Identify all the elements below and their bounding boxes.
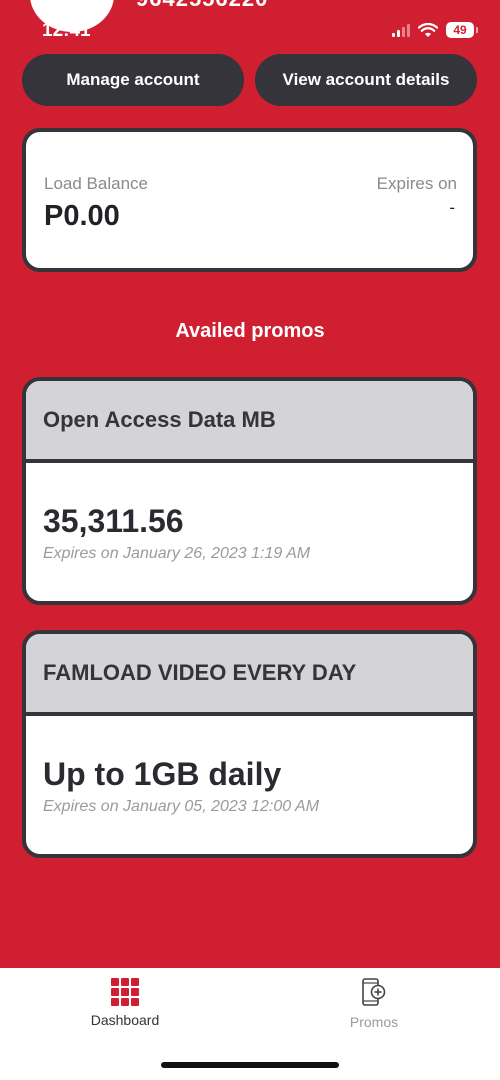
status-time: 12:41 (42, 20, 91, 41)
promo-name: FAMLOAD VIDEO EVERY DAY (26, 634, 473, 716)
expires-on-label: Expires on (376, 174, 457, 193)
promo-name: Open Access Data MB (26, 381, 473, 463)
load-balance-card: Load Balance P0.00 Expires on - (22, 128, 477, 272)
battery-icon: 49 (446, 22, 478, 38)
nav-promos-label: Promos (349, 1014, 399, 1030)
view-account-details-button[interactable]: View account details (255, 54, 477, 106)
home-indicator (161, 1062, 339, 1068)
phone-add-icon (362, 978, 386, 1006)
expires-on-value: - (449, 198, 455, 217)
signal-icon (392, 23, 410, 37)
nav-dashboard-label: Dashboard (90, 1012, 160, 1028)
nav-promos[interactable]: Promos (309, 978, 439, 1030)
nav-dashboard[interactable]: Dashboard (60, 978, 190, 1028)
promo-value: Up to 1GB daily (43, 756, 282, 792)
promo-value: 35,311.56 (43, 503, 184, 539)
load-balance-value: P0.00 (44, 200, 120, 232)
promo-card-open-access[interactable]: Open Access Data MB 35,311.56 Expires on… (22, 377, 477, 605)
dashboard-grid-icon (111, 978, 139, 1006)
promo-card-famload[interactable]: FAMLOAD VIDEO EVERY DAY Up to 1GB daily … (22, 630, 477, 858)
status-icons: 49 (392, 22, 478, 38)
manage-account-button[interactable]: Manage account (22, 54, 244, 106)
promo-expiry: Expires on January 26, 2023 1:19 AM (43, 545, 311, 562)
availed-promos-title: Availed promos (175, 320, 325, 342)
promo-expiry: Expires on January 05, 2023 12:00 AM (43, 798, 320, 815)
load-balance-label: Load Balance (44, 174, 148, 193)
phone-number: 9642556220 (136, 0, 268, 12)
wifi-icon (418, 22, 438, 37)
